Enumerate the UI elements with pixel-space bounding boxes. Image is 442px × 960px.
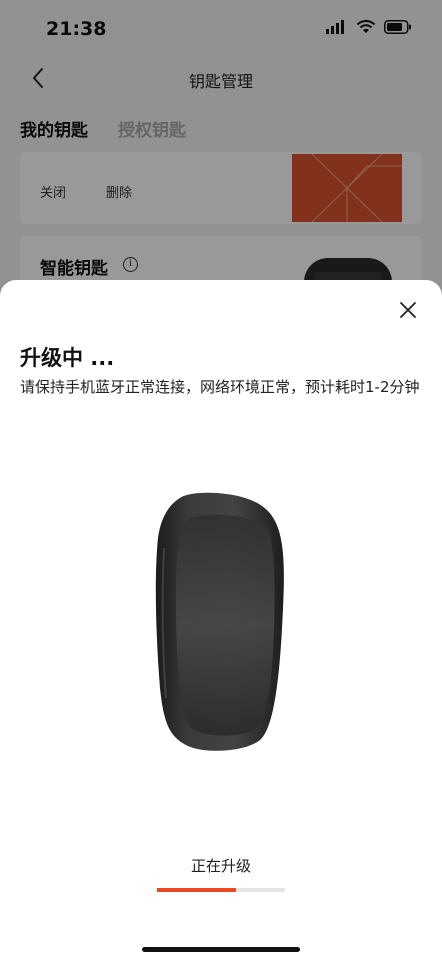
upgrade-sheet: 升级中 ... 请保持手机蓝牙正常连接，网络环境正常，预计耗时1-2分钟 正在升… <box>0 280 442 960</box>
close-button[interactable] <box>396 298 420 322</box>
progress-bar <box>157 888 285 892</box>
progress-fill <box>157 888 237 892</box>
home-indicator[interactable] <box>142 947 300 952</box>
key-fob-image <box>150 488 290 756</box>
progress-label: 正在升级 <box>190 857 251 875</box>
upgrade-description: 请保持手机蓝牙正常连接，网络环境正常，预计耗时1-2分钟 <box>20 378 420 396</box>
close-icon <box>400 302 416 318</box>
key-fob-graphic <box>155 492 284 751</box>
upgrade-title: 升级中 ... <box>20 346 115 370</box>
